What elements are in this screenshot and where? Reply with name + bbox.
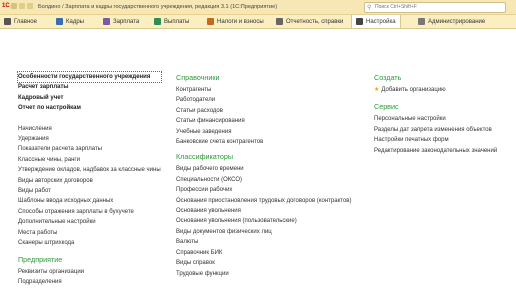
tab-personnel[interactable]: Кадры <box>56 15 84 28</box>
tab-label: Кадры <box>66 18 84 25</box>
add-organization-link[interactable]: ★ Добавить организацию <box>374 85 497 95</box>
tab-settings[interactable]: Настройка <box>351 15 401 28</box>
link-labor-functions[interactable]: Трудовые функции <box>176 269 351 279</box>
link-expense-items[interactable]: Статьи расходов <box>176 106 351 116</box>
section-classifiers-heading: Классификаторы <box>176 152 234 162</box>
section-menu-bar: Главное Кадры Зарплата Выплаты Налоги и … <box>0 15 516 29</box>
section-create-heading: Создать <box>374 73 402 82</box>
global-search[interactable]: ⚲ <box>364 2 506 13</box>
link-legislative-values[interactable]: Редактирование законодательных значений <box>374 146 497 156</box>
link-deductions[interactable]: Удержания <box>18 134 161 144</box>
link-additional-settings[interactable]: Дополнительные настройки <box>18 217 161 227</box>
tab-payments[interactable]: Выплаты <box>154 15 189 28</box>
link-worker-professions[interactable]: Профессии рабочих <box>176 185 351 195</box>
tab-label: Администрирование <box>428 18 486 25</box>
tab-label: Выплаты <box>164 18 190 25</box>
tab-label: Отчетность, справки <box>286 18 344 25</box>
link-lock-date-sections[interactable]: Разделы дат запрета изменения объектов <box>374 125 497 135</box>
wrench-icon <box>356 18 363 25</box>
menu-lines-icon <box>4 18 11 25</box>
link-class-ranks[interactable]: Классные чины, ранги <box>18 155 161 165</box>
link-hr-accounting[interactable]: Кадровый учет <box>18 93 161 103</box>
link-input-templates[interactable]: Шаблоны ввода исходных данных <box>18 196 161 206</box>
link-payroll-calc[interactable]: Расчет зарплаты <box>18 82 161 92</box>
link-personal-settings[interactable]: Персональные настройки <box>374 114 497 124</box>
link-certificate-types[interactable]: Виды справок <box>176 258 351 268</box>
link-departments[interactable]: Подразделения <box>18 277 161 287</box>
tab-label: Налоги и взносы <box>217 18 264 25</box>
link-dismissal-grounds-custom[interactable]: Основания увольнения (пользовательские) <box>176 216 351 226</box>
tab-salary[interactable]: Зарплата <box>103 15 139 28</box>
link-dismissal-grounds[interactable]: Основания увольнения <box>176 206 351 216</box>
people-icon <box>56 18 63 25</box>
link-org-details[interactable]: Реквизиты организации <box>18 267 161 277</box>
link-work-types[interactable]: Виды работ <box>18 186 161 196</box>
add-organization-label: Добавить организацию <box>381 87 446 93</box>
reports-icon <box>276 18 283 25</box>
search-icon: ⚲ <box>367 5 372 11</box>
link-currencies[interactable]: Валюты <box>176 237 351 247</box>
link-salary-approval[interactable]: Утверждение окладов, надбавок за классны… <box>18 165 161 175</box>
link-funding-items[interactable]: Статьи финансирования <box>176 116 351 126</box>
link-specialties[interactable]: Специальности (ОКСО) <box>176 175 351 185</box>
tab-label: Настройка <box>366 18 396 25</box>
link-print-form-settings[interactable]: Настройки печатных форм <box>374 135 497 145</box>
app-title: Болдино / Зарплата и кадры государственн… <box>38 4 278 10</box>
link-author-contracts[interactable]: Виды авторских договоров <box>18 176 161 186</box>
payments-icon <box>154 18 161 25</box>
star-icon: ★ <box>374 87 380 93</box>
tab-main[interactable]: Главное <box>4 15 37 28</box>
taxes-icon <box>207 18 214 25</box>
search-input[interactable] <box>365 3 505 11</box>
section-service-heading: Сервис <box>374 102 399 112</box>
link-settings-report[interactable]: Отчет по настройкам <box>18 103 161 113</box>
link-bik-directory[interactable]: Справочник БИК <box>176 248 351 258</box>
forward-icon[interactable] <box>27 3 33 9</box>
salary-icon <box>103 18 110 25</box>
left-column: Особенности государственного учреждения … <box>17 70 162 287</box>
tab-taxes[interactable]: Налоги и взносы <box>207 15 264 28</box>
link-barcode-scanners[interactable]: Сканеры штрихкода <box>18 238 161 248</box>
middle-column: Справочники Контрагенты Работодатели Ста… <box>176 73 351 279</box>
link-accounting-methods[interactable]: Способы отражения зарплаты в бухучете <box>18 207 161 217</box>
tab-reports[interactable]: Отчетность, справки <box>276 15 343 28</box>
link-accruals[interactable]: Начисления <box>18 124 161 134</box>
app-logo: 1C <box>2 3 10 9</box>
link-workplaces[interactable]: Места работы <box>18 228 161 238</box>
tab-label: Главное <box>14 18 37 25</box>
link-id-document-types[interactable]: Виды документов физических лиц <box>176 227 351 237</box>
tab-administration[interactable]: Администрирование <box>418 15 485 28</box>
tab-label: Зарплата <box>113 18 140 25</box>
link-suspension-grounds[interactable]: Основания приостановления трудовых догов… <box>176 196 351 206</box>
link-employers[interactable]: Работодатели <box>176 95 351 105</box>
title-bar: 1C Болдино / Зарплата и кадры государств… <box>0 0 516 15</box>
right-column: Создать ★ Добавить организацию Сервис Пер… <box>374 73 497 156</box>
link-work-time-types[interactable]: Виды рабочего времени <box>176 164 351 174</box>
link-counterparties[interactable]: Контрагенты <box>176 85 351 95</box>
link-educational-institutions[interactable]: Учебные заведения <box>176 127 351 137</box>
section-enterprise-heading: Предприятие <box>18 254 63 264</box>
link-payroll-indicators[interactable]: Показатели расчета зарплаты <box>18 144 161 154</box>
back-icon[interactable] <box>19 3 25 9</box>
link-bank-accounts[interactable]: Банковские счета контрагентов <box>176 137 351 147</box>
link-gov-features[interactable]: Особенности государственного учреждения <box>17 70 162 84</box>
app-menu-icon[interactable] <box>11 3 17 9</box>
gear-icon <box>418 18 425 25</box>
section-directories-heading: Справочники <box>176 73 220 82</box>
title-bar-icons: 1C <box>2 3 33 10</box>
